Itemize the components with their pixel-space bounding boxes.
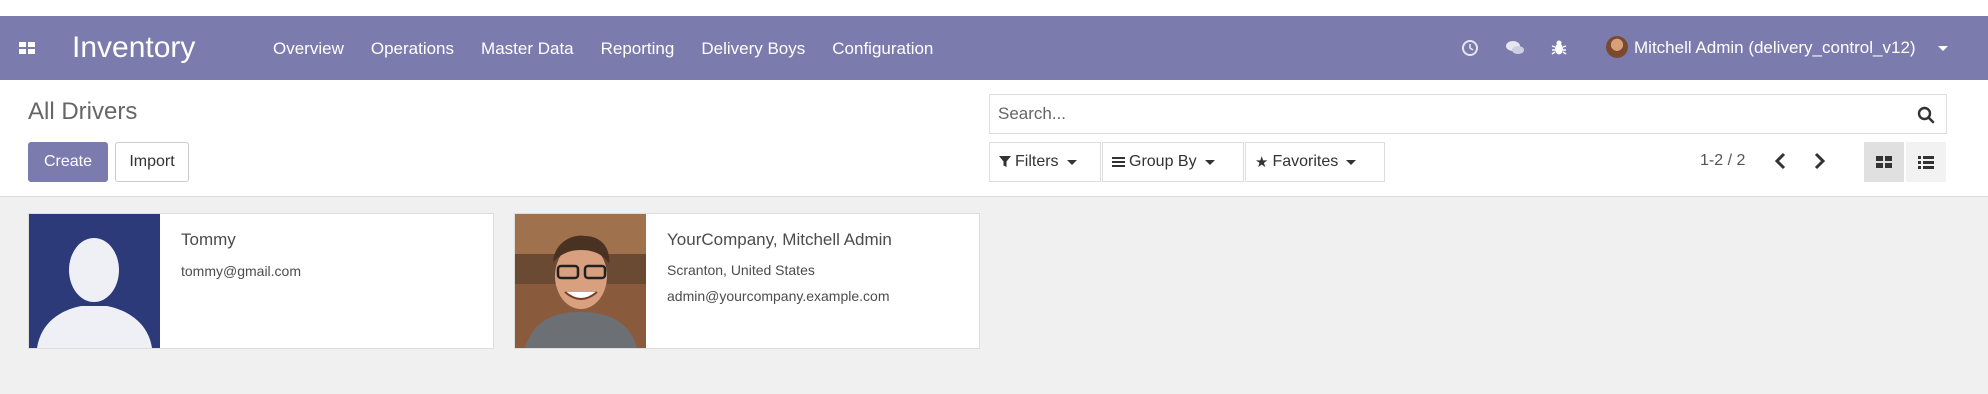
card-name: YourCompany, Mitchell Admin — [667, 230, 892, 249]
groupby-dropdown[interactable]: Group By — [1102, 142, 1244, 182]
search-icon[interactable] — [1916, 105, 1936, 125]
card-email: tommy@gmail.com — [181, 263, 302, 279]
app-title[interactable]: Inventory — [72, 31, 195, 65]
filters-caret-icon — [1066, 159, 1077, 165]
filter-icon — [999, 156, 1011, 167]
user-avatar[interactable] — [1606, 36, 1628, 58]
kanban-view-button[interactable] — [1864, 142, 1904, 182]
kanban-card[interactable]: Tommy tommy@gmail.com — [28, 213, 494, 349]
chevron-right-icon[interactable] — [1806, 148, 1832, 174]
filters-label: Filters — [1015, 153, 1059, 170]
menu-operations[interactable]: Operations — [371, 39, 454, 59]
main-menu: Overview Operations Master Data Reportin… — [273, 39, 960, 59]
menu-configuration[interactable]: Configuration — [832, 39, 933, 59]
apps-menu-icon[interactable] — [19, 42, 35, 54]
search-box — [989, 94, 1947, 134]
chevron-left-icon[interactable] — [1768, 148, 1794, 174]
debug-bug-icon[interactable] — [1549, 38, 1569, 58]
kanban-area: Tommy tommy@gmail.com YourCompany, Mitch… — [0, 197, 1988, 394]
search-input[interactable] — [990, 95, 1890, 133]
favorites-caret-icon — [1346, 159, 1357, 165]
photo-avatar-image — [515, 214, 646, 348]
card-address: Scranton, United States — [667, 262, 815, 278]
import-button[interactable]: Import — [115, 142, 189, 182]
user-menu-caret-icon[interactable] — [1938, 46, 1948, 51]
groupby-caret-icon — [1204, 159, 1215, 165]
groupby-label: Group By — [1129, 153, 1197, 170]
placeholder-avatar-image — [29, 214, 160, 348]
menu-delivery-boys[interactable]: Delivery Boys — [701, 39, 805, 59]
favorites-label: Favorites — [1272, 153, 1339, 170]
user-menu[interactable]: Mitchell Admin (delivery_control_v12) — [1634, 38, 1916, 58]
star-icon: ★ — [1255, 154, 1269, 171]
navbar: Inventory Overview Operations Master Dat… — [0, 16, 1988, 80]
favorites-dropdown[interactable]: ★ Favorites — [1245, 142, 1385, 182]
control-panel: All Drivers Create Import Filters Group … — [0, 80, 1988, 197]
list-icon — [1918, 155, 1934, 169]
create-button[interactable]: Create — [28, 142, 108, 182]
pager-value[interactable]: 1-2 / 2 — [1700, 152, 1745, 170]
activity-clock-icon[interactable] — [1460, 38, 1480, 58]
bars-icon — [1112, 157, 1125, 167]
kanban-grid-icon — [1876, 156, 1892, 168]
breadcrumb: All Drivers — [28, 98, 138, 125]
filters-dropdown[interactable]: Filters — [989, 142, 1101, 182]
menu-master-data[interactable]: Master Data — [481, 39, 574, 59]
messaging-chat-icon[interactable] — [1505, 38, 1525, 58]
list-view-button[interactable] — [1906, 142, 1946, 182]
kanban-card[interactable]: YourCompany, Mitchell Admin Scranton, Un… — [514, 213, 980, 349]
menu-overview[interactable]: Overview — [273, 39, 344, 59]
card-name: Tommy — [181, 230, 236, 249]
menu-reporting[interactable]: Reporting — [601, 39, 675, 59]
card-email: admin@yourcompany.example.com — [667, 288, 890, 304]
